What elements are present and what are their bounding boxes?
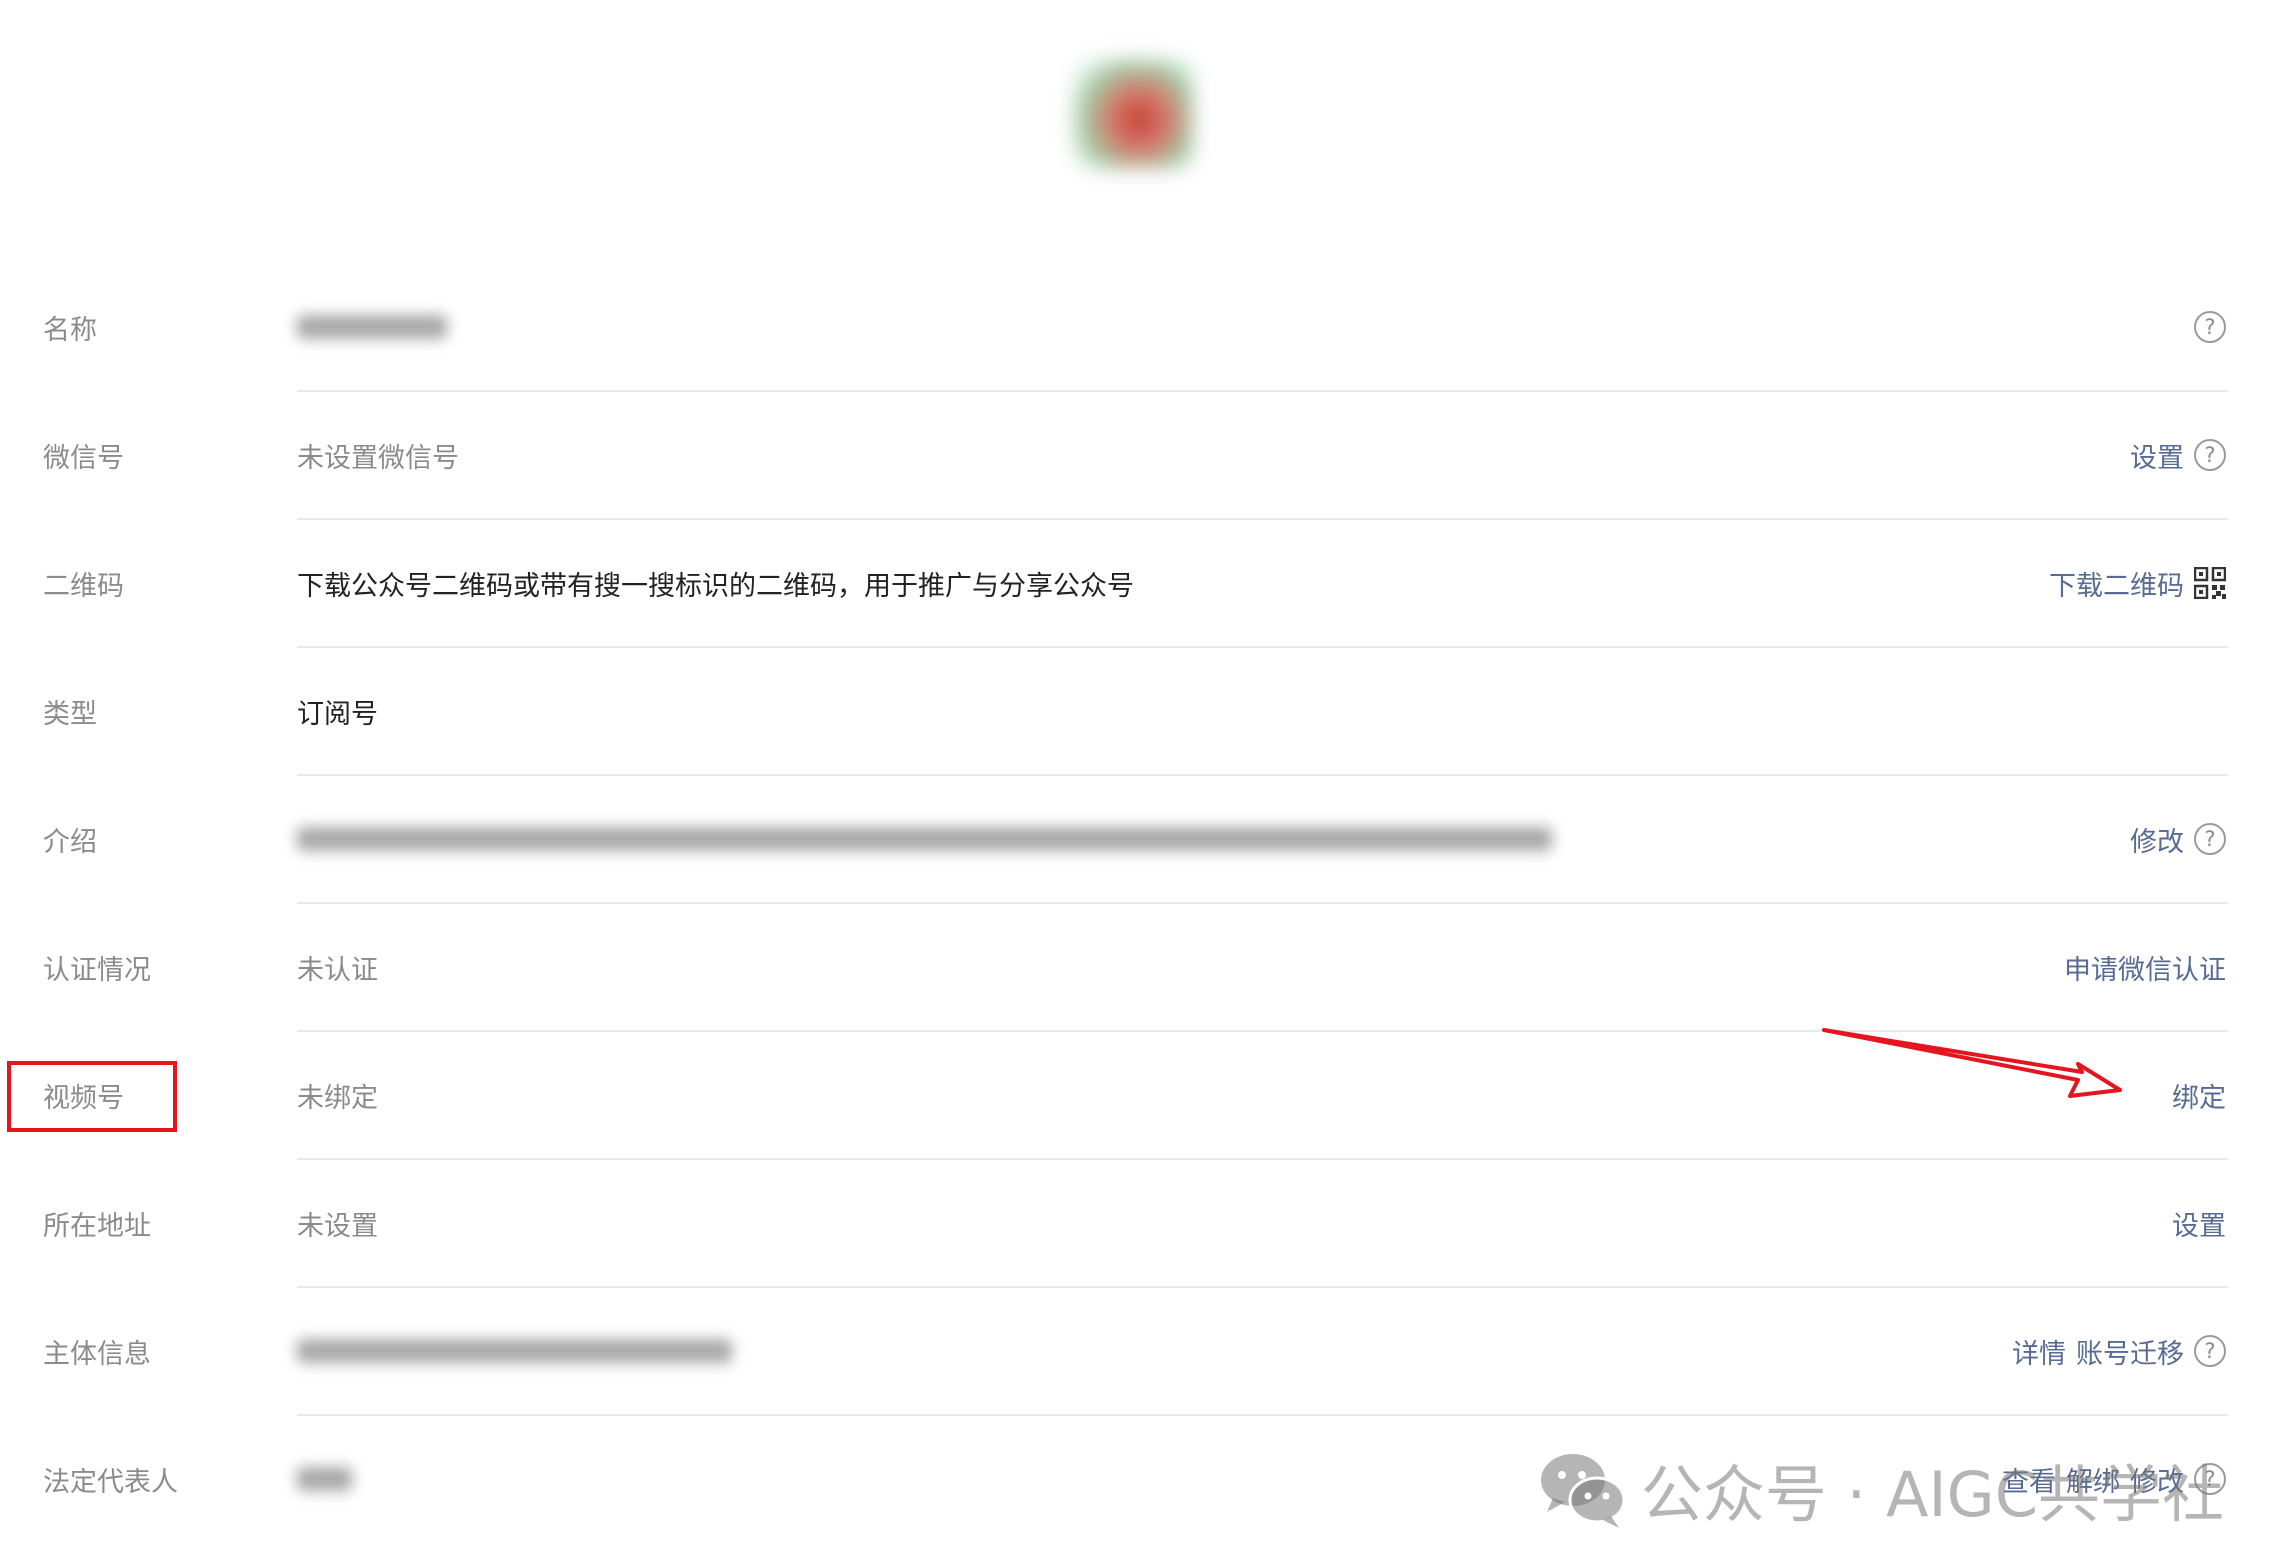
type-value: 订阅号 bbox=[297, 698, 378, 730]
watermark-text: 公众号 · AIGC共学社 bbox=[1640, 1458, 2224, 1531]
label-verification: 认证情况 bbox=[43, 954, 151, 986]
row-verification: 认证情况 未认证 申请微信认证 bbox=[0, 903, 2272, 1031]
edit-intro-link[interactable]: 修改 bbox=[2130, 820, 2184, 859]
help-icon[interactable]: ? bbox=[2194, 823, 2226, 855]
bind-channels-link[interactable]: 绑定 bbox=[2172, 1076, 2226, 1115]
row-intro: 介绍 修改 ? bbox=[0, 775, 2272, 903]
red-arrow-annotation bbox=[1822, 1028, 2122, 1098]
set-wechat-id-link[interactable]: 设置 bbox=[2130, 436, 2184, 475]
legal-rep-value-blurred bbox=[297, 1415, 352, 1543]
row-type: 类型 订阅号 bbox=[0, 647, 2272, 775]
entity-value-blurred bbox=[297, 1287, 732, 1415]
label-type: 类型 bbox=[43, 698, 97, 730]
label-entity-info: 主体信息 bbox=[43, 1338, 151, 1370]
help-icon[interactable]: ? bbox=[2194, 439, 2226, 471]
download-qrcode-link[interactable]: 下载二维码 bbox=[2049, 564, 2184, 603]
verification-value: 未认证 bbox=[297, 954, 378, 986]
name-value-blurred bbox=[297, 263, 447, 391]
row-name: 名称 ? bbox=[0, 263, 2272, 391]
label-address: 所在地址 bbox=[43, 1210, 151, 1242]
account-avatar[interactable] bbox=[1073, 60, 1193, 168]
row-qrcode: 二维码 下载公众号二维码或带有搜一搜标识的二维码，用于推广与分享公众号 下载二维… bbox=[0, 519, 2272, 647]
help-icon[interactable]: ? bbox=[2194, 311, 2226, 343]
entity-details-link[interactable]: 详情 bbox=[2012, 1332, 2066, 1371]
set-address-link[interactable]: 设置 bbox=[2172, 1204, 2226, 1243]
intro-value-blurred bbox=[297, 775, 1552, 903]
wechat-icon bbox=[1540, 1454, 1626, 1528]
account-migration-link[interactable]: 账号迁移 bbox=[2076, 1332, 2184, 1371]
watermark: 公众号 · AIGC共学社 bbox=[1537, 1448, 2224, 1531]
help-icon[interactable]: ? bbox=[2194, 1335, 2226, 1367]
wechat-id-value: 未设置微信号 bbox=[297, 442, 459, 474]
label-wechat-id: 微信号 bbox=[43, 442, 124, 474]
highlight-box bbox=[7, 1061, 177, 1132]
row-wechat-id: 微信号 未设置微信号 设置 ? bbox=[0, 391, 2272, 519]
address-value: 未设置 bbox=[297, 1210, 378, 1242]
label-intro: 介绍 bbox=[43, 826, 97, 858]
qrcode-icon[interactable] bbox=[2194, 567, 2226, 599]
label-qrcode: 二维码 bbox=[43, 570, 124, 602]
qrcode-description: 下载公众号二维码或带有搜一搜标识的二维码，用于推广与分享公众号 bbox=[297, 570, 1134, 602]
channels-value: 未绑定 bbox=[297, 1082, 378, 1114]
row-entity-info: 主体信息 详情 账号迁移 ? bbox=[0, 1287, 2272, 1415]
label-legal-rep: 法定代表人 bbox=[43, 1466, 178, 1498]
apply-verification-link[interactable]: 申请微信认证 bbox=[2064, 948, 2226, 987]
label-name: 名称 bbox=[43, 314, 97, 346]
row-address: 所在地址 未设置 设置 bbox=[0, 1159, 2272, 1287]
